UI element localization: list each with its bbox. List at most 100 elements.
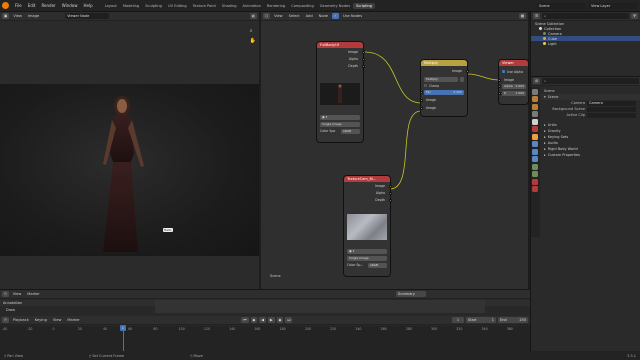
image-browse-field[interactable]: ▣ ▾	[320, 115, 360, 120]
dopesheet-marker-menu[interactable]: Marker	[25, 292, 41, 296]
viewer-input-z-socket[interactable]	[497, 92, 501, 95]
clamp-checkbox[interactable]	[424, 84, 427, 87]
viewer-input-image-socket[interactable]	[497, 79, 501, 82]
play-button[interactable]: ▶	[267, 317, 275, 323]
view-layer-tab-icon[interactable]	[532, 111, 538, 117]
workspace-tab-texture-paint[interactable]: Texture Paint	[190, 3, 219, 9]
workspace-tab-modeling[interactable]: Modeling	[120, 3, 142, 9]
image-browser-field[interactable]: Viewer Node	[65, 13, 110, 19]
pan-hand-icon[interactable]: ✋	[250, 38, 256, 44]
blender-logo-icon[interactable]	[2, 2, 9, 9]
output-image-socket[interactable]	[361, 51, 365, 54]
image2-output-image-socket[interactable]	[388, 185, 392, 188]
current-frame-field[interactable]: 1	[452, 317, 464, 323]
render-tab-icon[interactable]	[532, 96, 538, 102]
mix-node[interactable]: Multiply Image Multiply Clamp Fac 0.200 I…	[419, 60, 469, 116]
jump-end-button[interactable]: ⏭	[285, 317, 293, 323]
tool-tab-icon[interactable]	[532, 88, 538, 95]
workspace-tab-shading[interactable]: Shading	[219, 3, 240, 9]
image-source-dropdown[interactable]: Single Image	[320, 122, 360, 127]
timeline-marker-menu[interactable]: Marker	[65, 318, 81, 322]
properties-search-field[interactable]: ⌕	[542, 78, 639, 84]
viewer-z-field[interactable]: Z 1.000	[502, 91, 526, 96]
dopesheet-view-menu[interactable]: View	[11, 292, 24, 296]
material-tab-icon[interactable]	[532, 178, 538, 185]
prev-keyframe-button[interactable]: ◆	[250, 317, 258, 323]
jump-start-button[interactable]: ⏮	[241, 317, 249, 323]
summary-toggle[interactable]: Summary	[396, 291, 426, 297]
editor-type-button[interactable]: ▣	[2, 13, 10, 19]
world-tab-icon[interactable]	[532, 126, 538, 132]
menu-render[interactable]: Render	[38, 3, 58, 8]
scene-tab-icon[interactable]	[532, 118, 538, 125]
custom-properties-panel[interactable]: ▸ Custom Properties	[541, 152, 640, 158]
viewer-alpha-field[interactable]: Alpha 1.000	[502, 84, 526, 89]
image-node-1-header[interactable]: FullBody.tif	[317, 42, 363, 48]
image-menu[interactable]: Image	[26, 14, 41, 18]
keying-menu[interactable]: Keying	[33, 318, 49, 322]
image2-output-depth-socket[interactable]	[388, 199, 392, 202]
use-alpha-checkbox[interactable]	[502, 70, 505, 73]
camera-field[interactable]: Camera	[587, 100, 636, 106]
workspace-tab-uv-editing[interactable]: UV Editing	[165, 3, 190, 9]
start-frame-field[interactable]: Start 1	[466, 317, 496, 323]
object-tab-icon[interactable]	[532, 133, 538, 140]
active-clip-field[interactable]	[587, 112, 636, 118]
mix-input-image-2-socket[interactable]	[419, 107, 423, 110]
viewer-node-header[interactable]: Viewer	[499, 60, 528, 66]
physics-tab-icon[interactable]	[532, 156, 538, 162]
timeline-type-button[interactable]: ⏱	[2, 317, 9, 323]
zoom-icon[interactable]: ⌕	[250, 28, 256, 34]
menu-window[interactable]: Window	[59, 3, 81, 8]
output-depth-socket[interactable]	[361, 65, 365, 68]
fac-input-socket[interactable]	[419, 91, 423, 94]
image-node-2[interactable]: TextureCam_Bl... Image Alpha Depth ▣ ▾ S…	[344, 176, 392, 276]
image-node-2-header[interactable]: TextureCam_Bl...	[344, 176, 390, 182]
background-scene-field[interactable]	[587, 106, 636, 112]
output-tab-icon[interactable]	[532, 103, 538, 110]
image2-browse-field[interactable]: ▣ ▾	[347, 249, 387, 254]
playback-menu[interactable]: Playback	[11, 318, 31, 322]
outliner-row-light[interactable]: Light	[531, 41, 640, 46]
menu-edit[interactable]: Edit	[25, 3, 39, 8]
workspace-tab-rendering[interactable]: Rendering	[264, 3, 288, 9]
view-layer-selector[interactable]: View Layer	[589, 2, 637, 9]
data-tab-icon[interactable]	[532, 171, 538, 177]
dopesheet-type-button[interactable]: ⏱	[2, 291, 9, 297]
display-channels-button[interactable]: ◐	[249, 13, 257, 19]
menu-help[interactable]: Help	[80, 3, 95, 8]
timeline-frames[interactable]: -40 -20 0 20 40 60 80 100 120 140 160 180 200 220 240 2…	[0, 325, 530, 351]
image-node-1[interactable]: FullBody.tif Image Alpha Depth ▣ ▾ Singl…	[317, 42, 365, 142]
image2-color-space-dropdown[interactable]: sRGB	[368, 263, 387, 268]
workspace-tab-geometry-nodes[interactable]: Geometry Nodes	[317, 3, 353, 9]
fac-slider[interactable]: Fac 0.200	[424, 90, 464, 95]
mix-node-header[interactable]: Multiply	[421, 60, 467, 66]
scene-selector[interactable]: Scene	[537, 2, 585, 9]
workspace-tab-animation[interactable]: Animation	[240, 3, 264, 9]
properties-type-button[interactable]: ⚙	[533, 78, 541, 84]
color-space-dropdown[interactable]: sRGB	[341, 129, 360, 134]
use-alpha-toggle[interactable]	[460, 77, 464, 82]
viewer-node[interactable]: Viewer Use Alpha Image Alpha 1.000 Z 1.000	[497, 60, 528, 104]
constraints-tab-icon[interactable]	[532, 163, 538, 170]
view-menu[interactable]: View	[11, 14, 24, 18]
particles-tab-icon[interactable]	[532, 148, 538, 155]
image2-output-alpha-socket[interactable]	[388, 192, 392, 195]
menu-file[interactable]: File	[12, 3, 25, 8]
outliner-search-field[interactable]: ⌕	[542, 13, 629, 19]
blend-type-dropdown[interactable]: Multiply	[424, 77, 458, 82]
workspace-tab-sculpting[interactable]: Sculpting	[142, 3, 165, 9]
end-frame-field[interactable]: End 250	[498, 317, 528, 323]
outliner-type-button[interactable]: ☰	[533, 13, 541, 19]
workspace-tab-scripting[interactable]: Scripting	[353, 2, 376, 9]
viewer-input-alpha-socket[interactable]	[497, 85, 501, 88]
filter-button[interactable]: ⧩	[630, 13, 638, 19]
texture-tab-icon[interactable]	[532, 186, 538, 192]
next-keyframe-button[interactable]: ◆	[276, 317, 284, 323]
image2-source-dropdown[interactable]: Single Image	[347, 256, 387, 261]
output-alpha-socket[interactable]	[361, 58, 365, 61]
play-reverse-button[interactable]: ◀	[259, 317, 266, 323]
workspace-tab-layout[interactable]: Layout	[102, 3, 120, 9]
workspace-tab-compositing[interactable]: Compositing	[288, 3, 317, 9]
timeline-view-menu[interactable]: View	[51, 318, 64, 322]
